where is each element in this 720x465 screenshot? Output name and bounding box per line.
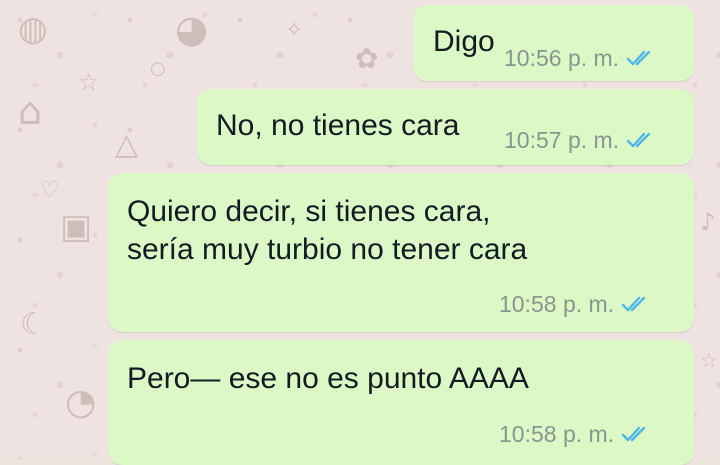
message-text: Quiero decir, si tienes cara, sería muy … (127, 195, 528, 266)
flower-doodle-icon: ✿ (355, 42, 379, 75)
heart-doodle-icon: ♡ (40, 178, 60, 203)
bunny-doodle-icon: ◕ (175, 7, 209, 51)
message-meta: 10:58 p. m. (499, 292, 652, 316)
message-timestamp: 10:57 p. m. (504, 127, 620, 153)
message-meta: 10:56 p. m. (504, 46, 657, 70)
message-text: No, no tienes cara (216, 109, 460, 142)
party-hat-doodle-icon: △ (115, 127, 139, 162)
outgoing-message-bubble[interactable]: No, no tienes cara 10:57 p. m. (197, 89, 694, 165)
message-text: Pero— ese no es punto AAAA (127, 362, 529, 395)
message-text: Digo (433, 25, 495, 58)
outgoing-message-bubble[interactable]: Pero— ese no es punto AAAA 10:58 p. m. (108, 340, 694, 465)
double-check-read-icon (626, 50, 651, 66)
outgoing-message-bubble[interactable]: Digo 10:56 p. m. (413, 5, 694, 81)
message-meta: 10:57 p. m. (504, 128, 657, 152)
star-small-doodle-icon: ☆ (700, 348, 718, 372)
sparkle-doodle-icon: ✧ (285, 18, 304, 43)
star-doodle-icon: ☆ (78, 68, 100, 96)
double-check-read-icon (626, 132, 651, 148)
outgoing-message-bubble[interactable]: Quiero decir, si tienes cara, sería muy … (108, 173, 694, 332)
double-check-read-icon (621, 426, 646, 442)
cake-doodle-icon: ⌂ (18, 89, 43, 133)
message-timestamp: 10:58 p. m. (499, 421, 615, 447)
double-check-read-icon (621, 296, 646, 312)
message-meta: 10:58 p. m. (499, 422, 652, 446)
message-timestamp: 10:58 p. m. (499, 291, 615, 317)
dot-doodle-icon: ○ (150, 58, 166, 79)
message-timestamp: 10:56 p. m. (504, 45, 620, 71)
moon-doodle-icon: ☾ (20, 307, 47, 342)
cat-doodle-icon: ◔ (65, 382, 97, 423)
note-doodle-icon: ♪ (700, 208, 716, 236)
balloon-doodle-icon: ◍ (18, 9, 48, 49)
gift-doodle-icon: ▣ (60, 207, 93, 247)
